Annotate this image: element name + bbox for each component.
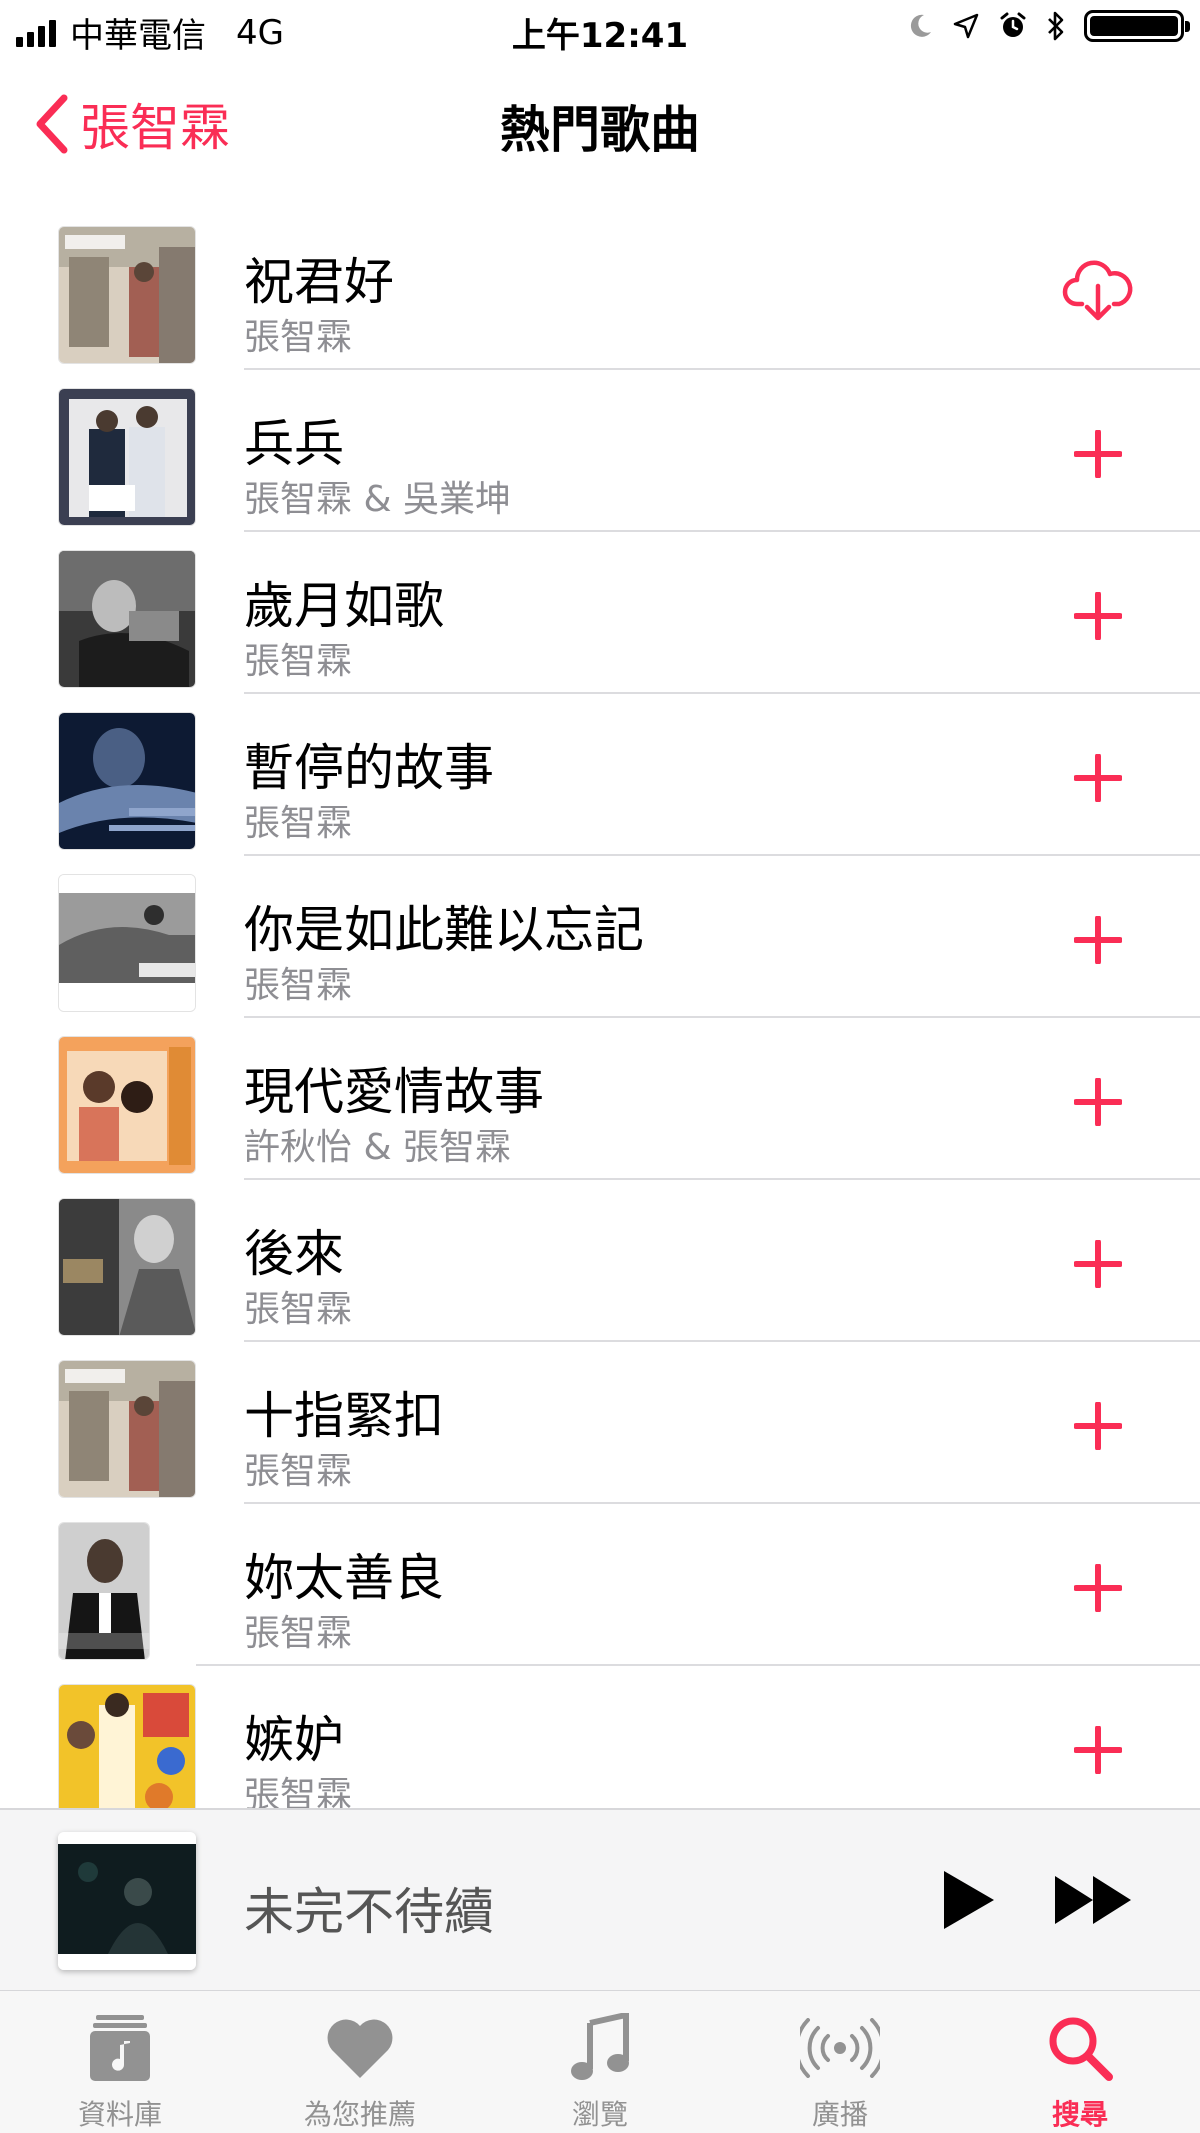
song-artist: 張智霖 & 吳業坤 [244,479,511,520]
song-title: 現代愛情故事 [244,1063,544,1121]
tab-label: 瀏覽 [571,2098,628,2131]
status-bar-right [906,10,1190,42]
download-button[interactable] [1062,256,1134,328]
song-row[interactable]: 祝君好 張智霖 [0,208,1200,370]
album-artwork [58,550,196,688]
now-playing-artwork [58,1832,196,1970]
music-note-icon [571,2013,629,2080]
song-title: 祝君好 [244,253,394,311]
alarm-icon [1000,12,1026,37]
song-artist: 張智霖 [244,803,353,844]
album-artwork [58,226,196,364]
add-icon [1074,1078,1122,1126]
top-songs-list[interactable]: 祝君好 張智霖 兵兵 張智霖 & 吳業坤 歲月如歌 張智霖 暫停的故事 張智霖 … [0,208,1200,1808]
add-button[interactable] [1062,1714,1134,1786]
mini-player[interactable]: 未完不待續 [0,1808,1200,1990]
add-icon [1074,430,1122,478]
add-icon [1074,592,1122,640]
now-playing-title: 未完不待續 [244,1883,494,1941]
song-title: 十指緊扣 [244,1387,444,1445]
album-artwork [58,1360,196,1498]
tab-label: 資料庫 [77,2098,162,2131]
play-icon [944,1871,994,1929]
song-row[interactable]: 十指緊扣 張智霖 [0,1342,1200,1504]
page-title: 熱門歌曲 [500,101,700,159]
status-bar: 中華電信 4G 上午12:41 [0,0,1200,60]
song-title: 暫停的故事 [244,739,494,797]
album-artwork [58,1198,196,1336]
song-row[interactable]: 兵兵 張智霖 & 吳業坤 [0,370,1200,532]
fast-forward-icon [1055,1876,1131,1924]
add-button[interactable] [1062,1066,1134,1138]
tab-browse[interactable]: 瀏覽 [480,1991,720,2133]
song-row[interactable]: 嫉妒 張智霖 [0,1666,1200,1808]
tab-for-you[interactable]: 為您推薦 [240,1991,480,2133]
tab-radio[interactable]: 廣播 [720,1991,960,2133]
album-artwork [58,712,196,850]
tab-label: 搜尋 [1051,2098,1108,2131]
download-icon [1062,260,1133,321]
song-title: 後來 [244,1225,344,1283]
radio-icon [800,2018,880,2078]
tab-label: 為您推薦 [303,2098,416,2131]
song-title: 妳太善良 [244,1549,444,1607]
search-icon [1049,2017,1113,2081]
navigation-bar: 張智霖 熱門歌曲 [0,60,1200,180]
song-artist: 張智霖 [244,641,353,682]
song-row[interactable]: 妳太善良 張智霖 [0,1504,1200,1666]
add-button[interactable] [1062,580,1134,652]
song-row[interactable]: 你是如此難以忘記 張智霖 [0,856,1200,1018]
album-artwork [58,1684,196,1808]
add-icon [1074,916,1122,964]
add-button[interactable] [1062,904,1134,976]
battery-icon [1084,10,1190,42]
album-artwork [58,1036,196,1174]
add-icon [1074,1564,1122,1612]
heart-icon [327,2019,393,2078]
add-button[interactable] [1062,742,1134,814]
album-artwork [58,388,196,526]
song-artist: 張智霖 [244,1775,353,1808]
add-button[interactable] [1062,1228,1134,1300]
song-title: 兵兵 [244,415,344,473]
song-title: 你是如此難以忘記 [244,901,644,959]
album-artwork [58,1522,150,1660]
tab-bar: 資料庫 為您推薦 瀏覽 廣播 搜尋 [0,1990,1200,2133]
add-icon [1074,754,1122,802]
add-icon [1074,1402,1122,1450]
next-track-button[interactable] [1048,1860,1138,1940]
tab-library[interactable]: 資料庫 [0,1991,240,2133]
song-artist: 張智霖 [244,317,353,358]
song-artist: 張智霖 [244,1289,353,1330]
moon-icon [910,14,931,37]
bluetooth-icon [1048,11,1064,41]
song-row[interactable]: 暫停的故事 張智霖 [0,694,1200,856]
song-title: 嫉妒 [244,1711,344,1769]
song-artist: 張智霖 [244,1451,353,1492]
song-row[interactable]: 後來 張智霖 [0,1180,1200,1342]
song-row[interactable]: 歲月如歌 張智霖 [0,532,1200,694]
song-title: 歲月如歌 [244,577,444,635]
add-button[interactable] [1062,1552,1134,1624]
location-arrow-icon [953,13,979,39]
add-icon [1074,1726,1122,1774]
tab-label: 廣播 [811,2098,868,2131]
song-artist: 張智霖 [244,1613,353,1654]
add-button[interactable] [1062,1390,1134,1462]
album-artwork [58,874,196,1012]
add-icon [1074,1240,1122,1288]
song-artist: 許秋怡 & 張智霖 [244,1127,511,1168]
play-button[interactable] [928,1860,1008,1940]
tab-search[interactable]: 搜尋 [960,1991,1200,2133]
song-row[interactable]: 現代愛情故事 許秋怡 & 張智霖 [0,1018,1200,1180]
library-icon [90,2015,150,2081]
add-button[interactable] [1062,418,1134,490]
song-artist: 張智霖 [244,965,353,1006]
